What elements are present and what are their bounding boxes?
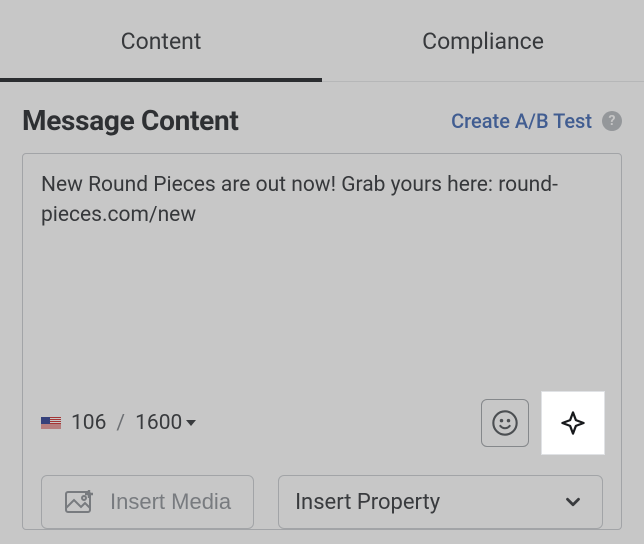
tab-content[interactable]: Content (0, 28, 322, 81)
char-count-group: 106 / 1600 (41, 411, 196, 435)
tab-content-label: Content (121, 28, 202, 55)
emoji-button[interactable] (481, 399, 529, 447)
caret-down-icon (186, 420, 196, 426)
tab-compliance-label: Compliance (422, 28, 544, 55)
editor-icon-buttons (481, 399, 605, 447)
char-count-limit: 1600 (135, 411, 182, 435)
insert-property-label: Insert Property (295, 490, 440, 515)
tab-compliance[interactable]: Compliance (322, 28, 644, 81)
emoji-icon (491, 409, 519, 437)
image-plus-icon (64, 488, 96, 516)
message-editor-panel: Content Compliance Message Content Creat… (0, 0, 644, 544)
editor-footer: 106 / 1600 (23, 393, 621, 457)
insert-toolbar: Insert Media Insert Property (23, 457, 621, 529)
insert-media-button[interactable]: Insert Media (41, 475, 254, 529)
insert-media-label: Insert Media (110, 489, 231, 515)
char-count-separator: / (116, 411, 125, 435)
ab-test-wrap: Create A/B Test ? (451, 109, 622, 133)
content-area: Message Content Create A/B Test ? 106 / … (0, 82, 644, 530)
section-header: Message Content Create A/B Test ? (22, 104, 622, 137)
chevron-down-icon (562, 491, 584, 513)
tab-bar: Content Compliance (0, 0, 644, 82)
insert-property-select[interactable]: Insert Property (278, 475, 603, 529)
char-limit-dropdown[interactable]: 1600 (135, 411, 196, 435)
editor-box: 106 / 1600 (22, 153, 622, 530)
message-textarea[interactable] (23, 154, 621, 389)
us-flag-icon[interactable] (41, 417, 61, 430)
ai-sparkle-icon (558, 408, 588, 438)
help-circle-icon[interactable]: ? (602, 111, 622, 131)
create-ab-test-link[interactable]: Create A/B Test (451, 109, 592, 133)
char-count-current: 106 (71, 411, 106, 435)
ai-sparkle-button[interactable] (541, 391, 605, 455)
section-title: Message Content (22, 104, 239, 137)
